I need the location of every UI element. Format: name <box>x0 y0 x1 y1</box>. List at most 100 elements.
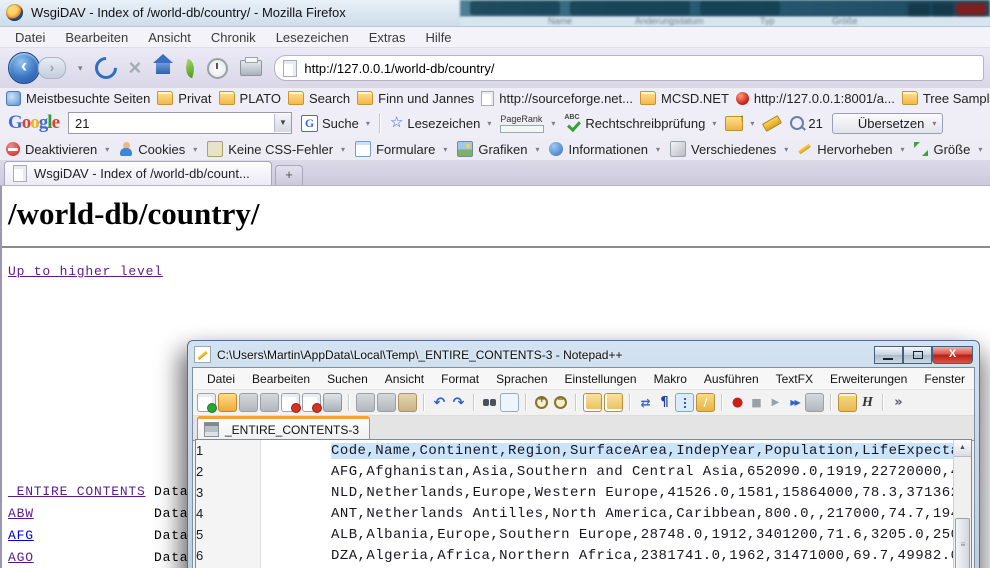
google-bookmarks-button[interactable]: ☆ Lesezeichen <box>390 116 491 131</box>
translate-button[interactable]: Übersetzen <box>832 113 944 134</box>
textfx-h-icon[interactable] <box>859 394 876 411</box>
zoom-out-icon[interactable] <box>552 394 569 411</box>
sync-vertical-icon[interactable] <box>583 393 602 412</box>
webdev-gr-e[interactable]: Größe <box>914 142 982 157</box>
plugins-icon[interactable] <box>838 393 857 412</box>
notepad-menu-einstellungen[interactable]: Einstellungen <box>557 370 645 388</box>
bookmark-http-127-0-0-1-8001-a-[interactable]: http://127.0.0.1:8001/a... <box>736 91 895 106</box>
search-dropdown-icon[interactable]: ▼ <box>274 114 291 132</box>
menu-bearbeiten[interactable]: Bearbeiten <box>56 28 137 47</box>
notepad-menu-format[interactable]: Format <box>433 370 487 388</box>
listing-link-ago[interactable]: AGO <box>8 550 34 565</box>
webdev-hervorheben[interactable]: Hervorheben <box>798 142 904 157</box>
spellcheck-button[interactable]: ABC Rechtschreibprüfung <box>564 116 716 131</box>
copy-icon[interactable] <box>377 393 396 412</box>
play-macro-icon[interactable] <box>767 394 784 411</box>
reload-button[interactable] <box>90 52 121 83</box>
notepad-menu-textfx[interactable]: TextFX <box>768 370 821 388</box>
bookmark-privat[interactable]: Privat <box>157 91 211 106</box>
notepad-menu-datei[interactable]: Datei <box>199 370 243 388</box>
notepad-tab[interactable]: _ENTIRE_CONTENTS-3 <box>197 416 370 440</box>
record-macro-icon[interactable] <box>729 394 746 411</box>
paste-icon[interactable] <box>398 393 417 412</box>
url-text[interactable]: http://127.0.0.1/world-db/country/ <box>304 61 494 76</box>
webdev-grafiken[interactable]: Grafiken <box>457 141 539 157</box>
function-completion-icon[interactable] <box>696 393 715 412</box>
bookmark-meistbesuchte-seiten[interactable]: Meistbesuchte Seiten <box>6 91 150 106</box>
google-search-input[interactable]: 21 ▼ <box>68 112 292 134</box>
notepad-menu-bearbeiten[interactable]: Bearbeiten <box>244 370 318 388</box>
undo-icon[interactable] <box>431 394 448 411</box>
webdev-deaktivieren[interactable]: Deaktivieren <box>6 142 109 157</box>
code-area[interactable]: Code,Name,Continent,Region,SurfaceArea,I… <box>261 440 953 568</box>
find-count-widget[interactable]: 21 <box>790 116 822 131</box>
history-dropdown-icon[interactable]: ▾ <box>78 63 83 74</box>
print-icon[interactable] <box>323 393 342 412</box>
code-line[interactable]: NLD,Netherlands,Europe,Western Europe,41… <box>261 482 953 503</box>
listing-link-abw[interactable]: ABW <box>8 506 34 521</box>
code-line[interactable]: ALB,Albania,Europe,Southern Europe,28748… <box>261 524 953 545</box>
close-all-icon[interactable] <box>302 393 321 412</box>
menu-extras[interactable]: Extras <box>360 28 415 47</box>
menu-hilfe[interactable]: Hilfe <box>417 28 461 47</box>
zoom-in-icon[interactable] <box>533 394 550 411</box>
restore-button[interactable] <box>903 346 932 364</box>
replace-icon[interactable] <box>500 393 519 412</box>
bookmark-mcsd-net[interactable]: MCSD.NET <box>640 91 729 106</box>
new-file-icon[interactable] <box>197 393 216 412</box>
code-line[interactable]: Code,Name,Continent,Region,SurfaceArea,I… <box>261 440 953 461</box>
sync-horizontal-icon[interactable] <box>604 393 623 412</box>
listing-link-_entire_contents[interactable]: _ENTIRE_CONTENTS <box>8 484 146 499</box>
run-macro-multiple-icon[interactable] <box>786 394 803 411</box>
cut-icon[interactable] <box>356 393 375 412</box>
notepad-menu-ausf-hren[interactable]: Ausführen <box>696 370 767 388</box>
notepad-menu-ansicht[interactable]: Ansicht <box>377 370 432 388</box>
back-button[interactable]: ‹ <box>8 52 40 84</box>
tab-wsgidav[interactable]: WsgiDAV - Index of /world-db/count... <box>4 161 272 185</box>
webdev-verschiedenes[interactable]: Verschiedenes <box>670 141 788 157</box>
history-icon[interactable] <box>207 58 228 79</box>
pagerank-widget[interactable]: PageRank <box>500 114 555 133</box>
address-bar[interactable]: http://127.0.0.1/world-db/country/ <box>274 55 984 81</box>
forward-button[interactable]: › <box>38 57 66 79</box>
bookmark-tree-samples[interactable]: Tree Samples <box>902 91 990 106</box>
notepad-menu-fenster[interactable]: Fenster <box>916 370 973 388</box>
scroll-up-icon[interactable]: ▲ <box>954 440 971 457</box>
webdev-informationen[interactable]: Informationen <box>549 142 660 157</box>
notepad-menu-makro[interactable]: Makro <box>646 370 695 388</box>
webdev-formulare[interactable]: Formulare <box>355 141 447 157</box>
notepad-menu-sprachen[interactable]: Sprachen <box>488 370 555 388</box>
bookmark-finn-und-jannes[interactable]: Finn und Jannes <box>357 91 474 106</box>
send-to-button[interactable] <box>725 116 754 131</box>
highlighter-button[interactable] <box>763 119 781 128</box>
notepad-editor[interactable]: 123456 Code,Name,Continent,Region,Surfac… <box>195 439 972 568</box>
up-to-higher-level-link[interactable]: Up to higher level <box>8 264 163 279</box>
print-icon[interactable] <box>240 60 262 76</box>
indent-guide-icon[interactable] <box>675 393 694 412</box>
menu-chronik[interactable]: Chronik <box>202 28 265 47</box>
scroll-thumb[interactable]: ≡ <box>955 518 970 568</box>
menu-ansicht[interactable]: Ansicht <box>139 28 200 47</box>
notepad-scrollbar[interactable]: ▲ ≡ <box>953 440 971 568</box>
feed-icon[interactable] <box>183 58 198 77</box>
redo-icon[interactable] <box>450 394 467 411</box>
webdev-keine-css-fehler[interactable]: Keine CSS-Fehler <box>207 141 345 157</box>
close-icon[interactable] <box>281 393 300 412</box>
menu-datei[interactable]: Datei <box>6 28 54 47</box>
menu-lesezeichen[interactable]: Lesezeichen <box>267 28 358 47</box>
bookmark-search[interactable]: Search <box>288 91 350 106</box>
save-all-icon[interactable] <box>260 393 279 412</box>
word-wrap-icon[interactable] <box>637 394 654 411</box>
webdev-cookies[interactable]: Cookies <box>119 142 197 157</box>
new-tab-button[interactable]: + <box>275 165 303 185</box>
save-icon[interactable] <box>239 393 258 412</box>
notepad-titlebar[interactable]: C:\Users\Martin\AppData\Local\Temp\_ENTI… <box>194 344 973 365</box>
listing-link-afg[interactable]: AFG <box>8 528 34 543</box>
bookmark-plato[interactable]: PLATO <box>219 91 281 106</box>
stop-button[interactable]: × <box>129 58 142 78</box>
save-macro-icon[interactable] <box>805 393 824 412</box>
close-button[interactable]: X <box>932 346 973 364</box>
google-search-value[interactable]: 21 <box>69 116 274 131</box>
minimize-button[interactable] <box>874 346 903 364</box>
code-line[interactable]: DZA,Algeria,Africa,Northern Africa,23817… <box>261 545 953 566</box>
